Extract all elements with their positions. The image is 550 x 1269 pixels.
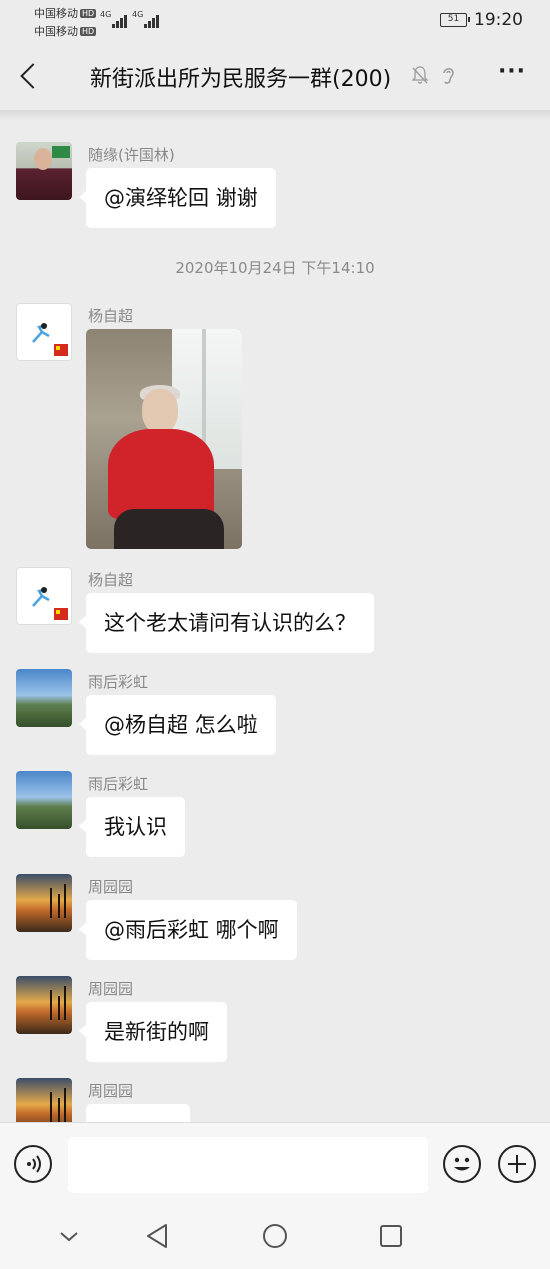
avatar[interactable] xyxy=(16,567,72,625)
ear-icon xyxy=(443,68,454,84)
message-bubble[interactable]: @雨后彩虹 哪个啊 xyxy=(79,900,297,960)
sender-name: 周园园 xyxy=(88,878,134,896)
sender-name: 周园园 xyxy=(88,980,134,998)
status-bar: 中国移动 HD 中国移动 HD 4G 4G 51 19:20 xyxy=(0,0,550,40)
message-bubble[interactable]: @演绎轮回 谢谢 xyxy=(79,168,276,228)
avatar[interactable] xyxy=(16,771,72,829)
avatar[interactable] xyxy=(16,976,72,1034)
smiley-icon xyxy=(454,1157,470,1171)
message-bubble[interactable]: @杨自超 怎么啦 xyxy=(79,695,276,755)
sender-name: 随缘(许国林) xyxy=(88,146,175,164)
voice-input-button[interactable] xyxy=(14,1145,52,1183)
avatar[interactable] xyxy=(16,874,72,932)
chat-title: 新街派出所为民服务一群(200) xyxy=(90,67,392,92)
signal-icon xyxy=(108,12,127,28)
sender-name: 周园园 xyxy=(88,1082,134,1100)
mute-bell-icon xyxy=(412,66,428,84)
sender-name: 杨自超 xyxy=(88,307,134,325)
more-functions-button[interactable] xyxy=(498,1145,536,1183)
sender-name: 雨后彩虹 xyxy=(88,775,149,793)
chat-header: 新街派出所为民服务一群(200) ··· xyxy=(0,40,550,110)
message-bubble[interactable] xyxy=(86,1104,190,1122)
voice-icon xyxy=(27,1155,41,1173)
message-bubble[interactable]: 是新街的啊 xyxy=(79,1002,227,1062)
sender-name: 杨自超 xyxy=(88,571,134,589)
message-bubble[interactable]: 这个老太请问有认识的么？ xyxy=(79,593,374,653)
battery-icon: 51 xyxy=(440,13,470,27)
sender-name: 雨后彩虹 xyxy=(88,673,149,691)
avatar[interactable] xyxy=(16,1078,72,1122)
input-bar xyxy=(0,1122,550,1202)
hd-badge: HD xyxy=(80,27,97,36)
chevron-down-icon[interactable] xyxy=(51,1218,87,1254)
nav-home-icon[interactable] xyxy=(257,1218,293,1254)
system-nav-bar xyxy=(0,1202,550,1269)
hd-badge: HD xyxy=(80,9,97,18)
emoji-button[interactable] xyxy=(443,1145,481,1183)
carrier-label-2: 中国移动 HD xyxy=(34,25,97,38)
nav-back-icon[interactable] xyxy=(140,1218,176,1254)
nav-recent-icon[interactable] xyxy=(373,1218,409,1254)
status-clock: 19:20 xyxy=(474,10,523,30)
more-options-button[interactable]: ··· xyxy=(496,61,528,90)
back-button[interactable] xyxy=(14,58,44,94)
signal-icon xyxy=(140,12,159,28)
timestamp: 2020年10月24日 下午14:10 xyxy=(175,259,375,277)
avatar[interactable] xyxy=(16,142,72,200)
message-input[interactable] xyxy=(68,1137,428,1193)
avatar[interactable] xyxy=(16,669,72,727)
message-image[interactable] xyxy=(86,329,242,549)
message-list[interactable]: 随缘(许国林) @演绎轮回 谢谢 2020年10月24日 下午14:10 杨自超… xyxy=(0,110,550,1122)
carrier-label-1: 中国移动 HD xyxy=(34,7,97,20)
message-bubble[interactable]: 我认识 xyxy=(79,797,185,857)
scroll-fade xyxy=(0,110,550,120)
avatar[interactable] xyxy=(16,303,72,361)
